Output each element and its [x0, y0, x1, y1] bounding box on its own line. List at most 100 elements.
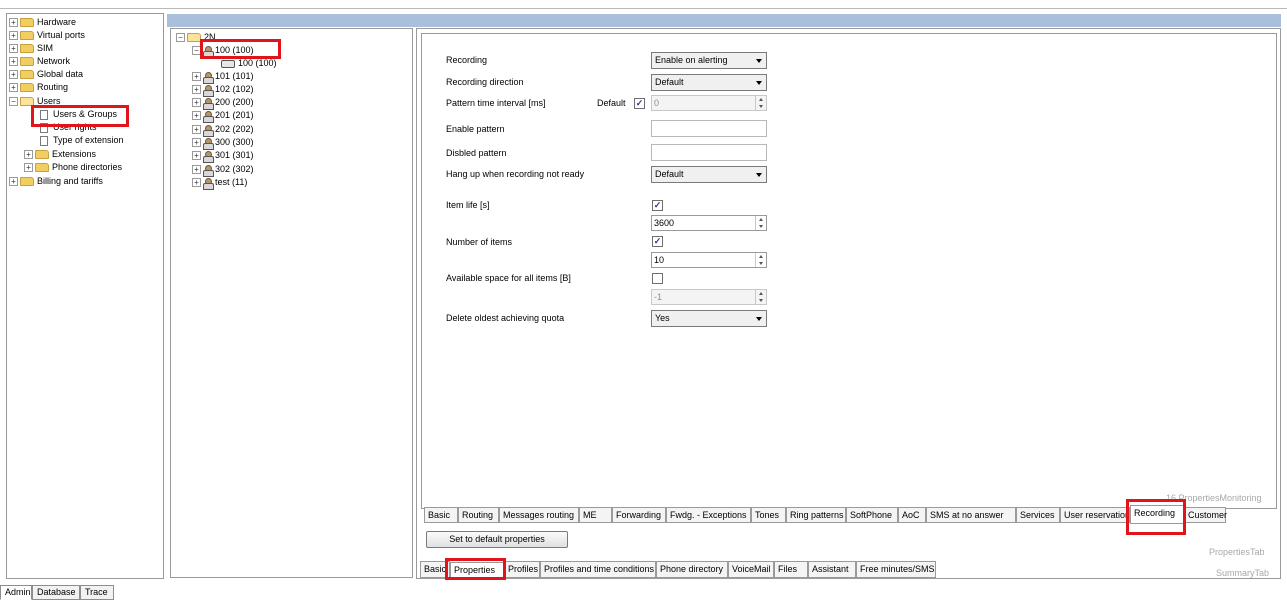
- available-space-checkbox[interactable]: [652, 273, 663, 284]
- nav-item-routing[interactable]: + Routing: [9, 81, 68, 94]
- user-item-label: 300 (300): [215, 137, 254, 148]
- input-value: 0: [654, 98, 660, 108]
- nav-item-sim[interactable]: + SIM: [9, 42, 53, 55]
- tab-basic[interactable]: Basic: [424, 507, 458, 523]
- expand-icon[interactable]: +: [192, 165, 201, 175]
- spinner-arrows-icon[interactable]: [755, 253, 766, 267]
- expand-icon[interactable]: +: [192, 151, 201, 161]
- tab-services[interactable]: Services: [1016, 507, 1060, 523]
- recording-direction-select[interactable]: Default: [651, 74, 767, 91]
- nav-item-phone-directories[interactable]: + Phone directories: [24, 161, 122, 174]
- nav-item-billing[interactable]: + Billing and tariffs: [9, 175, 103, 188]
- tab-assistant[interactable]: Assistant: [808, 561, 856, 578]
- spinner-arrows-icon[interactable]: [755, 216, 766, 230]
- user-item-102[interactable]: +102 (102): [192, 83, 254, 97]
- nav-item-type-of-extension[interactable]: Type of extension: [40, 134, 124, 147]
- user-item-201[interactable]: +201 (201): [192, 109, 254, 123]
- expand-icon[interactable]: +: [192, 178, 201, 188]
- header-bar: [167, 14, 1281, 27]
- pattern-default-checkbox[interactable]: [634, 98, 645, 109]
- nav-item-label: Routing: [37, 82, 69, 93]
- tab-profiles[interactable]: Profiles: [504, 561, 540, 578]
- expand-icon[interactable]: +: [24, 150, 33, 160]
- item-life-input[interactable]: 3600: [651, 215, 767, 231]
- expand-icon[interactable]: +: [9, 177, 18, 187]
- available-space-label: Available space for all items [B]: [446, 273, 571, 283]
- item-life-label: Item life [s]: [446, 200, 490, 210]
- tab-free-minutes[interactable]: Free minutes/SMS: [856, 561, 936, 578]
- collapse-icon[interactable]: −: [9, 97, 18, 107]
- pattern-interval-input[interactable]: 0: [651, 95, 767, 111]
- tab-messages-routing[interactable]: Messages routing: [499, 507, 579, 523]
- recording-select[interactable]: Enable on alerting: [651, 52, 767, 69]
- expand-icon[interactable]: +: [192, 138, 201, 148]
- expand-icon[interactable]: +: [9, 44, 18, 54]
- tab-aoc[interactable]: AoC: [898, 507, 926, 523]
- hangup-select[interactable]: Default: [651, 166, 767, 183]
- tab-user-reservation[interactable]: User reservation: [1060, 507, 1130, 523]
- expand-icon[interactable]: +: [9, 31, 18, 41]
- tab-sms-no-answer[interactable]: SMS at no answer: [926, 507, 1016, 523]
- tab-softphone[interactable]: SoftPhone: [846, 507, 898, 523]
- expand-icon[interactable]: +: [9, 83, 18, 93]
- expand-icon[interactable]: +: [192, 85, 201, 95]
- expand-icon[interactable]: +: [24, 163, 33, 173]
- nav-item-extensions[interactable]: + Extensions: [24, 148, 96, 161]
- select-value: Yes: [655, 313, 670, 323]
- user-icon: [203, 110, 214, 123]
- user-item-101[interactable]: +101 (101): [192, 70, 254, 84]
- user-item-test[interactable]: + test (11): [192, 176, 247, 190]
- tab-database[interactable]: Database: [32, 585, 80, 600]
- tab-routing[interactable]: Routing: [458, 507, 499, 523]
- user-icon: [203, 164, 214, 177]
- chevron-down-icon: [756, 81, 762, 85]
- tab-tones[interactable]: Tones: [751, 507, 786, 523]
- item-life-checkbox[interactable]: [652, 200, 663, 211]
- collapse-icon[interactable]: −: [176, 33, 185, 43]
- user-item-label: 202 (202): [215, 124, 254, 135]
- expand-icon[interactable]: +: [192, 125, 201, 135]
- nav-item-global-data[interactable]: + Global data: [9, 68, 83, 81]
- expand-icon[interactable]: +: [9, 57, 18, 67]
- expand-icon[interactable]: +: [9, 70, 18, 80]
- number-of-items-input[interactable]: 10: [651, 252, 767, 268]
- expand-icon[interactable]: +: [192, 111, 201, 121]
- hangup-label: Hang up when recording not ready: [446, 169, 585, 179]
- select-value: Enable on alerting: [655, 55, 728, 65]
- user-item-label: 302 (302): [215, 164, 254, 175]
- enable-pattern-input[interactable]: [651, 120, 767, 137]
- nav-item-virtual-ports[interactable]: + Virtual ports: [9, 29, 85, 42]
- tab-customer[interactable]: Customer: [1184, 507, 1227, 523]
- recording-direction-label: Recording direction: [446, 77, 524, 87]
- user-item-301[interactable]: +301 (301): [192, 149, 254, 163]
- input-value: 3600: [654, 218, 675, 228]
- tab-ring-patterns[interactable]: Ring patterns: [786, 507, 846, 523]
- tab-profiles-time-conditions[interactable]: Profiles and time conditions: [540, 561, 656, 578]
- spinner-arrows-icon[interactable]: [755, 96, 766, 110]
- set-default-button[interactable]: Set to default properties: [426, 531, 568, 548]
- disabled-pattern-label: Disbled pattern: [446, 148, 507, 158]
- tab-phone-directory[interactable]: Phone directory: [656, 561, 728, 578]
- delete-oldest-select[interactable]: Yes: [651, 310, 767, 327]
- user-item-202[interactable]: +202 (202): [192, 123, 254, 137]
- available-space-input[interactable]: -1: [651, 289, 767, 305]
- expand-icon[interactable]: +: [192, 98, 201, 108]
- expand-icon[interactable]: +: [9, 18, 18, 28]
- tab-files[interactable]: Files: [774, 561, 808, 578]
- tab-forwarding[interactable]: Forwarding: [612, 507, 666, 523]
- expand-icon[interactable]: +: [192, 72, 201, 82]
- user-item-302[interactable]: +302 (302): [192, 163, 254, 177]
- disabled-pattern-input[interactable]: [651, 144, 767, 161]
- tab-me[interactable]: ME: [579, 507, 612, 523]
- tab-fwdg-exceptions[interactable]: Fwdg. - Exceptions: [666, 507, 751, 523]
- spinner-arrows-icon[interactable]: [755, 290, 766, 304]
- nav-item-hardware[interactable]: + Hardware: [9, 16, 76, 29]
- nav-item-label: Global data: [37, 69, 84, 80]
- user-item-300[interactable]: +300 (300): [192, 136, 254, 150]
- tab-trace[interactable]: Trace: [80, 585, 114, 600]
- tab-voicemail[interactable]: VoiceMail: [728, 561, 774, 578]
- tab-admin[interactable]: Admin: [0, 585, 32, 600]
- user-item-200[interactable]: +200 (200): [192, 96, 254, 110]
- nav-item-network[interactable]: + Network: [9, 55, 70, 68]
- number-of-items-checkbox[interactable]: [652, 236, 663, 247]
